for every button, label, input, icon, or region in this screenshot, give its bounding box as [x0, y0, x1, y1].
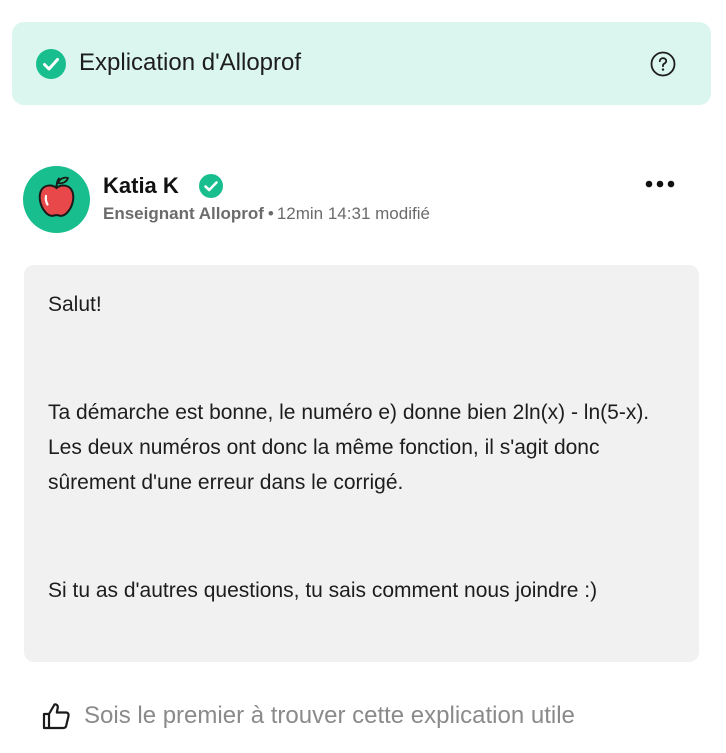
- post-timestamp: 12min 14:31 modifié: [276, 204, 430, 223]
- banner-title: Explication d'Alloprof: [79, 49, 302, 76]
- answer-body: Salut! Ta démarche est bonne, le numéro …: [24, 265, 699, 662]
- author-role: Enseignant Alloprof: [103, 204, 264, 223]
- helpful-label: Sois le premier à trouver cette explicat…: [84, 702, 575, 729]
- apple-icon: [38, 176, 75, 217]
- more-dots-icon[interactable]: [640, 172, 680, 196]
- verified-badge-icon: [199, 174, 223, 198]
- explanation-card: Explication d'Alloprof Katia K Enseignan…: [0, 0, 726, 753]
- check-circle-icon: [36, 49, 66, 79]
- helpful-button[interactable]: Sois le premier à trouver cette explicat…: [40, 698, 575, 734]
- meta-separator: •: [267, 204, 274, 223]
- explanation-banner: Explication d'Alloprof: [12, 22, 711, 105]
- answer-paragraph: Ta démarche est bonne, le numéro e) donn…: [48, 401, 650, 494]
- author-meta: Enseignant Alloprof • 12min 14:31 modifié: [103, 203, 430, 225]
- author-name[interactable]: Katia K: [103, 172, 179, 200]
- thumbs-up-icon: [42, 703, 70, 730]
- avatar[interactable]: [23, 166, 90, 233]
- answer-greeting: Salut!: [48, 293, 102, 316]
- question-circle-icon[interactable]: [650, 51, 676, 77]
- answer-closing: Si tu as d'autres questions, tu sais com…: [48, 579, 598, 602]
